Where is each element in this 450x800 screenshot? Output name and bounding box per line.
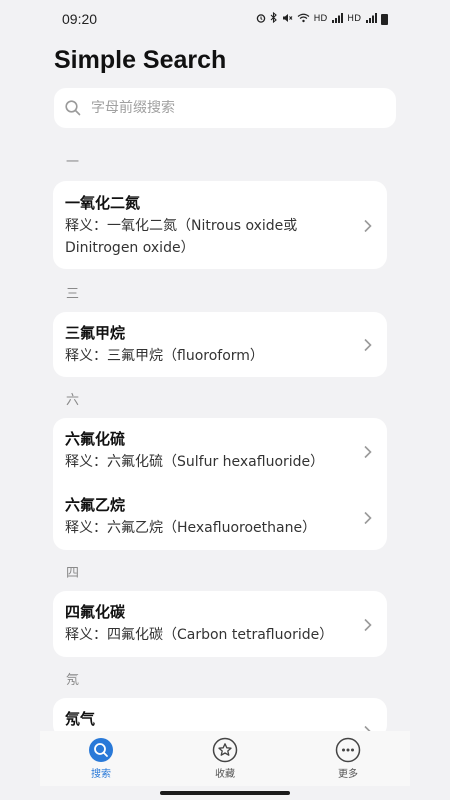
hd-icon: HD [347, 14, 361, 24]
section-card: 四氟化碳 释义：四氟化碳（Carbon tetrafluoride） [53, 591, 387, 657]
entry-term: 氖气 [65, 710, 96, 728]
entry-definition-line: Dinitrogen oxide） [65, 240, 195, 256]
star-icon [212, 737, 238, 763]
entry-definition: 释义：一氧化二氮（Nitrous oxide或 Dinitrogen oxide… [65, 215, 357, 259]
section-header: 六 [66, 393, 80, 408]
page-title: Simple Search [54, 46, 227, 74]
nav-label-favorites: 收藏 [215, 769, 235, 780]
entry-term: 三氟甲烷 [65, 324, 126, 342]
chevron-right-icon [363, 337, 373, 352]
list-item[interactable]: 六氟化硫 释义：六氟化硫（Sulfur hexafluoride） [53, 429, 387, 473]
signal-5g-icon [331, 12, 344, 26]
list-item[interactable]: 四氟化碳 释义：四氟化碳（Carbon tetrafluoride） [53, 602, 387, 646]
section-header: 四 [66, 566, 80, 581]
search-icon [64, 99, 82, 117]
signal-5g-icon [365, 12, 377, 26]
more-icon [335, 737, 361, 763]
bottom-nav: 搜索 收藏 更多 [40, 731, 410, 786]
chevron-right-icon [363, 218, 373, 233]
search-nav-icon [88, 737, 114, 763]
hd-icon: HD [313, 14, 328, 24]
home-indicator[interactable] [160, 791, 290, 795]
entry-term: 六氟化硫 [65, 430, 126, 448]
entry-term: 四氟化碳 [65, 603, 126, 621]
chevron-right-icon [363, 444, 373, 459]
bluetooth-icon [270, 11, 278, 26]
alarm-icon [256, 13, 266, 26]
mute-icon [282, 13, 293, 26]
nav-label-search: 搜索 [91, 769, 111, 780]
section-card: 六氟化硫 释义：六氟化硫（Sulfur hexafluoride） 六氟乙烷 释… [53, 418, 387, 550]
entry-term: 六氟乙烷 [65, 496, 126, 514]
nav-item-more[interactable]: 更多 [318, 737, 378, 780]
section-header: 一 [66, 155, 80, 170]
chevron-right-icon [363, 617, 373, 632]
list-item[interactable]: 六氟乙烷 释义：六氟乙烷（Hexafluoroethane） [53, 495, 387, 539]
search-box[interactable] [54, 88, 396, 128]
entry-term: 一氧化二氮 [65, 194, 141, 212]
nav-label-more: 更多 [338, 769, 358, 780]
status-time: 09:20 [62, 11, 98, 27]
chevron-right-icon [363, 510, 373, 525]
wifi-icon [297, 13, 310, 26]
section-card: 一氧化二氮 释义：一氧化二氮（Nitrous oxide或 Dinitrogen… [53, 181, 387, 269]
status-icons: HD HD [256, 11, 388, 26]
section-header: 三 [66, 287, 80, 302]
section-card: 三氟甲烷 释义：三氟甲烷（fluoroform） [53, 312, 387, 377]
nav-item-favorites[interactable]: 收藏 [195, 737, 255, 780]
battery-icon [381, 13, 388, 25]
nav-item-search[interactable]: 搜索 [71, 737, 131, 780]
list-item[interactable]: 一氧化二氮 释义：一氧化二氮（Nitrous oxide或 Dinitrogen… [53, 193, 387, 259]
entry-definition: 释义：六氟化硫（Sulfur hexafluoride） [65, 454, 325, 470]
entry-definition-line: 释义：一氧化二氮（Nitrous oxide或 [65, 218, 298, 234]
entry-definition: 释义：三氟甲烷（fluoroform） [65, 348, 264, 364]
search-input[interactable] [91, 100, 371, 116]
section-header: 氖 [66, 673, 80, 688]
list-item[interactable]: 氖气 [53, 709, 387, 729]
list-item[interactable]: 三氟甲烷 释义：三氟甲烷（fluoroform） [53, 323, 387, 367]
entry-definition: 释义：六氟乙烷（Hexafluoroethane） [65, 520, 317, 536]
status-bar: 09:20 HD HD [0, 0, 450, 38]
entry-definition: 释义：四氟化碳（Carbon tetrafluoride） [65, 627, 334, 643]
